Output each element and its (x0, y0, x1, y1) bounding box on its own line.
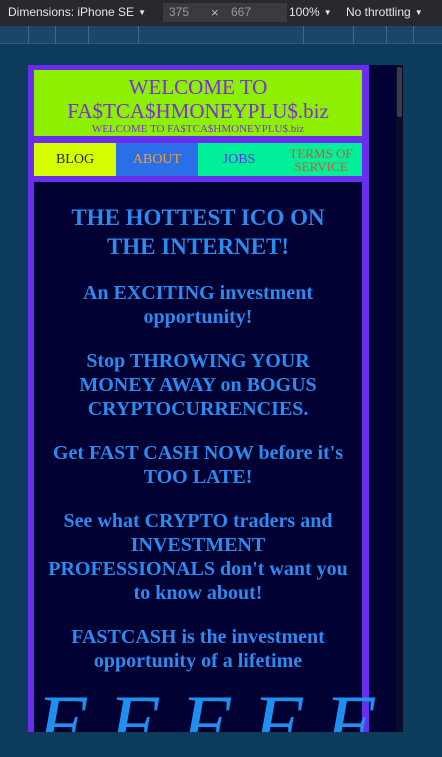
big-letter: F (36, 678, 86, 733)
paragraph: FASTCASH is the investment opportunity o… (71, 626, 325, 672)
media-query-bar[interactable] (0, 26, 442, 44)
device-viewport[interactable]: WELCOME TO FA$TCA$HMONEYPLU$.biz WELCOME… (28, 65, 403, 732)
site-title: WELCOME TO FA$TCA$HMONEYPLU$.biz (67, 75, 329, 123)
height-input[interactable]: 667 (225, 3, 287, 22)
nav-jobs[interactable]: JOBS (198, 143, 280, 176)
device-label: Dimensions: iPhone SE (8, 5, 135, 19)
caret-down-icon: ▼ (414, 8, 423, 17)
zoom-dropdown[interactable]: 100% ▼ (289, 5, 332, 19)
caret-down-icon: ▼ (323, 8, 332, 17)
ruler-tick (28, 26, 29, 44)
throttling-label: No throttling (346, 5, 411, 19)
nav-blog[interactable]: BLOG (34, 143, 116, 176)
ruler-tick (138, 26, 139, 44)
paragraph: See what CRYPTO traders and INVESTMENT P… (48, 510, 348, 604)
nav-about[interactable]: ABOUT (116, 143, 198, 176)
site-nav: BLOG ABOUT JOBS TERMS OF SERVICE (34, 143, 362, 176)
page-container: WELCOME TO FA$TCA$HMONEYPLU$.biz WELCOME… (28, 65, 369, 732)
scrollbar-thumb[interactable] (397, 67, 402, 117)
times-icon: × (211, 5, 219, 20)
site-header: WELCOME TO FA$TCA$HMONEYPLU$.biz WELCOME… (34, 70, 362, 136)
ruler-tick (413, 26, 414, 44)
ruler-tick (88, 26, 89, 44)
ruler-tick (353, 26, 354, 44)
site-subtitle: WELCOME TO FA$TCA$HMONEYPLU$.biz (91, 123, 305, 135)
throttling-dropdown[interactable]: No throttling ▼ (346, 5, 423, 19)
paragraph: Get FAST CASH NOW before it's TOO LATE! (52, 442, 344, 488)
nav-terms-of-service[interactable]: TERMS OF SERVICE (280, 143, 362, 176)
ruler-tick (303, 26, 304, 44)
zoom-label: 100% (289, 5, 320, 19)
main-content: THE HOTTEST ICO ON THE INTERNET! An EXCI… (34, 182, 362, 732)
headline: THE HOTTEST ICO ON THE INTERNET! (71, 205, 325, 259)
ruler-tick (55, 26, 56, 44)
paragraph: An EXCITING investment opportunity! (82, 282, 314, 328)
device-dropdown[interactable]: Dimensions: iPhone SE ▼ (8, 5, 146, 19)
big-letter: F (108, 678, 158, 733)
big-letter: F (252, 678, 302, 733)
big-letter: F (324, 678, 374, 733)
scrollbar-track[interactable] (396, 65, 403, 732)
big-letter: F (180, 678, 230, 733)
ruler-tick (386, 26, 387, 44)
paragraph: Stop THROWING YOUR MONEY AWAY on BOGUS C… (79, 350, 317, 420)
big-letters-banner: FFFFF (28, 678, 399, 733)
devtools-toolbar: Dimensions: iPhone SE ▼ 375 × 667 100% ▼ N… (0, 0, 442, 26)
caret-down-icon: ▼ (138, 8, 146, 17)
